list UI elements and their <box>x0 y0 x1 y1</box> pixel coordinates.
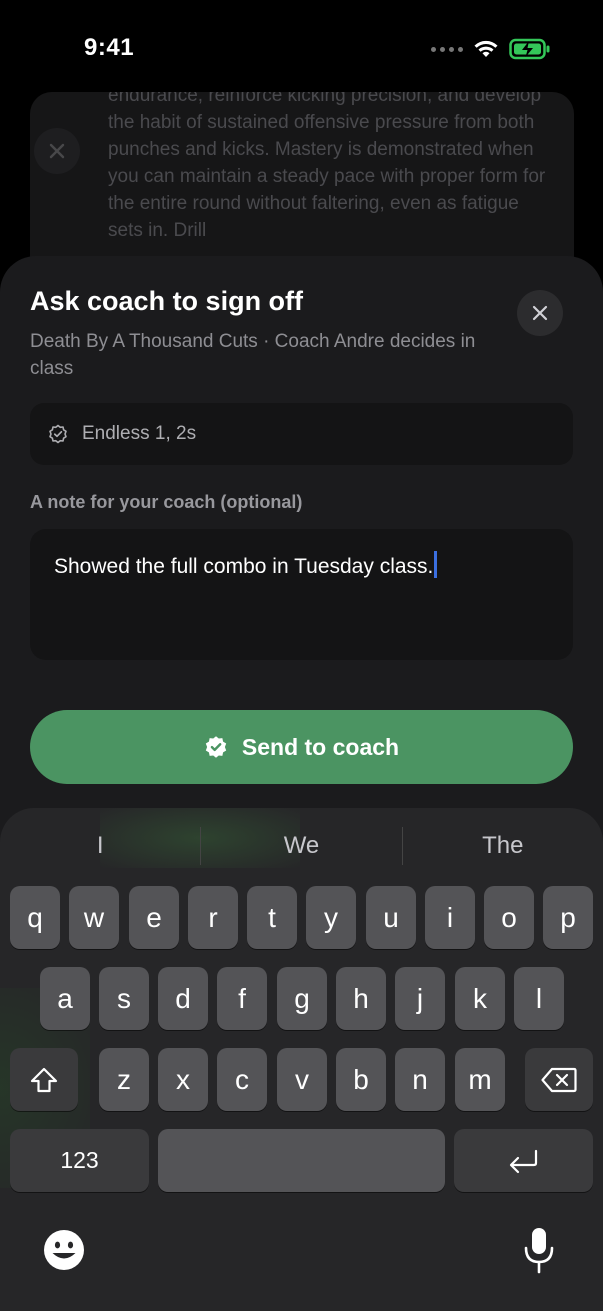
key-s[interactable]: s <box>99 967 149 1030</box>
key-r[interactable]: r <box>188 886 238 949</box>
key-v[interactable]: v <box>277 1048 327 1111</box>
shift-icon <box>30 1067 58 1092</box>
key-b[interactable]: b <box>336 1048 386 1111</box>
key-z[interactable]: z <box>99 1048 149 1111</box>
skill-chip: Endless 1, 2s <box>30 403 573 465</box>
badge-check-icon <box>49 424 67 444</box>
return-key[interactable] <box>454 1129 593 1192</box>
background-description: endurance, reinforce kicking precision, … <box>108 92 546 241</box>
status-icons <box>431 38 551 60</box>
predictive-bar: I We The <box>0 826 603 866</box>
key-c[interactable]: c <box>217 1048 267 1111</box>
status-time: 9:41 <box>84 34 135 61</box>
space-key[interactable] <box>158 1129 445 1192</box>
key-n[interactable]: n <box>395 1048 445 1111</box>
backspace-icon <box>541 1067 577 1092</box>
close-icon <box>532 305 548 321</box>
key-q[interactable]: q <box>10 886 60 949</box>
key-f[interactable]: f <box>217 967 267 1030</box>
note-label: A note for your coach (optional) <box>30 492 303 512</box>
shift-key[interactable] <box>10 1048 78 1111</box>
dictation-button[interactable] <box>522 1226 556 1276</box>
suggestion-2[interactable]: We <box>201 826 401 866</box>
note-text: Showed the full combo in Tuesday class. <box>54 555 434 578</box>
key-o[interactable]: o <box>484 886 534 949</box>
background-sheet: endurance, reinforce kicking precision, … <box>30 92 574 282</box>
suggestion-1[interactable]: I <box>0 826 200 866</box>
key-e[interactable]: e <box>129 886 179 949</box>
microphone-icon <box>524 1228 554 1274</box>
key-w[interactable]: w <box>69 886 119 949</box>
close-button[interactable] <box>517 290 563 336</box>
key-u[interactable]: u <box>366 886 416 949</box>
battery-charging-icon <box>509 38 550 60</box>
emoji-icon <box>44 1230 84 1270</box>
return-icon <box>509 1149 537 1173</box>
key-k[interactable]: k <box>455 967 505 1030</box>
sheet-subtitle: Death By A Thousand Cuts · Coach Andre d… <box>30 331 476 379</box>
key-a[interactable]: a <box>40 967 90 1030</box>
sheet-title: Ask coach to sign off <box>30 286 304 316</box>
cellular-signal-icon <box>431 46 463 52</box>
key-d[interactable]: d <box>158 967 208 1030</box>
key-m[interactable]: m <box>455 1048 505 1111</box>
keyboard: I We The q w e r t y u i o p a s d f g h… <box>0 808 603 1311</box>
send-label: Send to coach <box>241 733 400 760</box>
key-x[interactable]: x <box>158 1048 208 1111</box>
key-g[interactable]: g <box>277 967 327 1030</box>
background-close-button <box>34 128 80 174</box>
key-l[interactable]: l <box>514 967 564 1030</box>
key-y[interactable]: y <box>306 886 356 949</box>
wifi-icon <box>474 40 498 57</box>
numbers-key[interactable]: 123 <box>10 1129 149 1192</box>
close-icon <box>49 143 65 159</box>
text-caret <box>434 551 438 578</box>
key-j[interactable]: j <box>395 967 445 1030</box>
skill-chip-label: Endless 1, 2s <box>82 423 197 444</box>
send-to-coach-button[interactable]: Send to coach <box>30 710 573 784</box>
note-textarea[interactable]: Showed the full combo in Tuesday class. <box>30 529 573 660</box>
emoji-button[interactable] <box>42 1228 86 1272</box>
suggestion-3[interactable]: The <box>403 826 603 866</box>
key-h[interactable]: h <box>336 967 386 1030</box>
status-bar: 9:41 <box>0 0 603 96</box>
key-t[interactable]: t <box>247 886 297 949</box>
delete-key[interactable] <box>525 1048 593 1111</box>
key-i[interactable]: i <box>425 886 475 949</box>
verified-check-icon <box>205 736 227 758</box>
key-p[interactable]: p <box>543 886 593 949</box>
